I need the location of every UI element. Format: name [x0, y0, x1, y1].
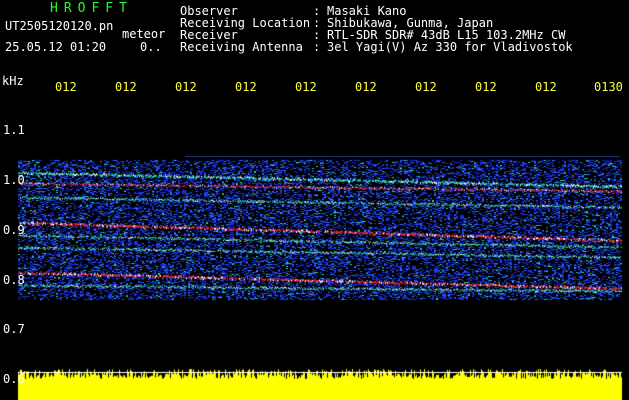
time-tick-label: 012	[235, 80, 257, 94]
time-tick-label: 012	[415, 80, 437, 94]
meta-label-antenna: Receiving Antenna	[180, 40, 303, 54]
time-tick-label: 012	[175, 80, 197, 94]
count-label: 0..	[140, 40, 162, 54]
app-brand: HROFFT	[50, 1, 133, 16]
meta-value-antenna: 3el Yagi(V) Az 330 for Vladivostok	[327, 40, 573, 54]
y-tick-label: 0.8	[3, 273, 25, 287]
time-tick-label: 012	[355, 80, 377, 94]
time-tick-label: 012	[115, 80, 137, 94]
spectrogram-canvas	[0, 0, 629, 400]
timestamp-label: 25.05.12 01:20	[5, 40, 107, 54]
time-tick-label: 012	[475, 80, 497, 94]
meta-separator: :	[313, 40, 321, 54]
y-axis-unit: kHz	[2, 74, 24, 88]
time-tick-label: 012	[55, 80, 77, 94]
time-tick-label: 012	[295, 80, 317, 94]
filename-label: UT2505120120.pn	[5, 19, 114, 33]
time-tick-label: 0130	[594, 80, 623, 94]
y-tick-label: 0.6	[3, 372, 25, 386]
time-tick-label: 012	[535, 80, 557, 94]
y-tick-label: 0.9	[3, 223, 25, 237]
meteor-label: meteor	[122, 27, 166, 41]
y-tick-label: 0.7	[3, 322, 25, 336]
y-tick-label: 1.1	[3, 123, 25, 137]
y-tick-label: 1.0	[3, 173, 25, 187]
